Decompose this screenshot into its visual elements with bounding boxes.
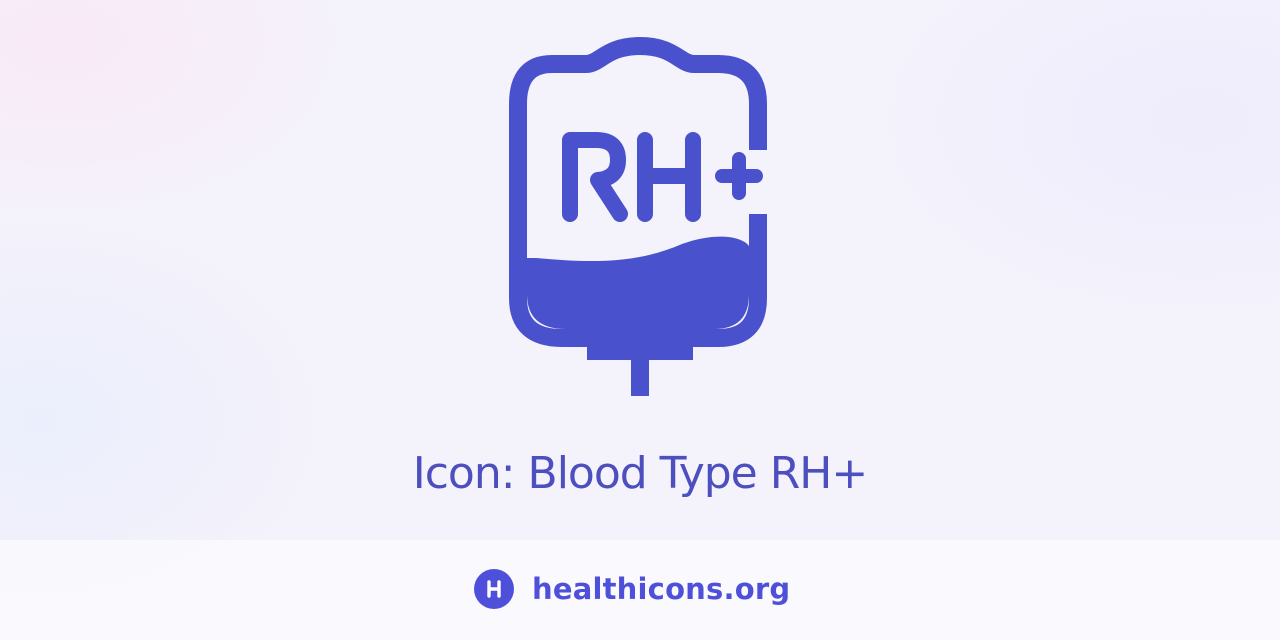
site-brand-link[interactable]: healthicons.org [474, 568, 790, 610]
blood-bag-rh-positive-icon [490, 32, 790, 402]
footer: healthicons.org [0, 540, 1280, 640]
page-title: Icon: Blood Type RH+ [412, 448, 869, 499]
site-name: healthicons.org [532, 572, 791, 606]
healthicons-logo-icon [474, 569, 514, 609]
hero-section: Icon: Blood Type RH+ [0, 0, 1280, 540]
